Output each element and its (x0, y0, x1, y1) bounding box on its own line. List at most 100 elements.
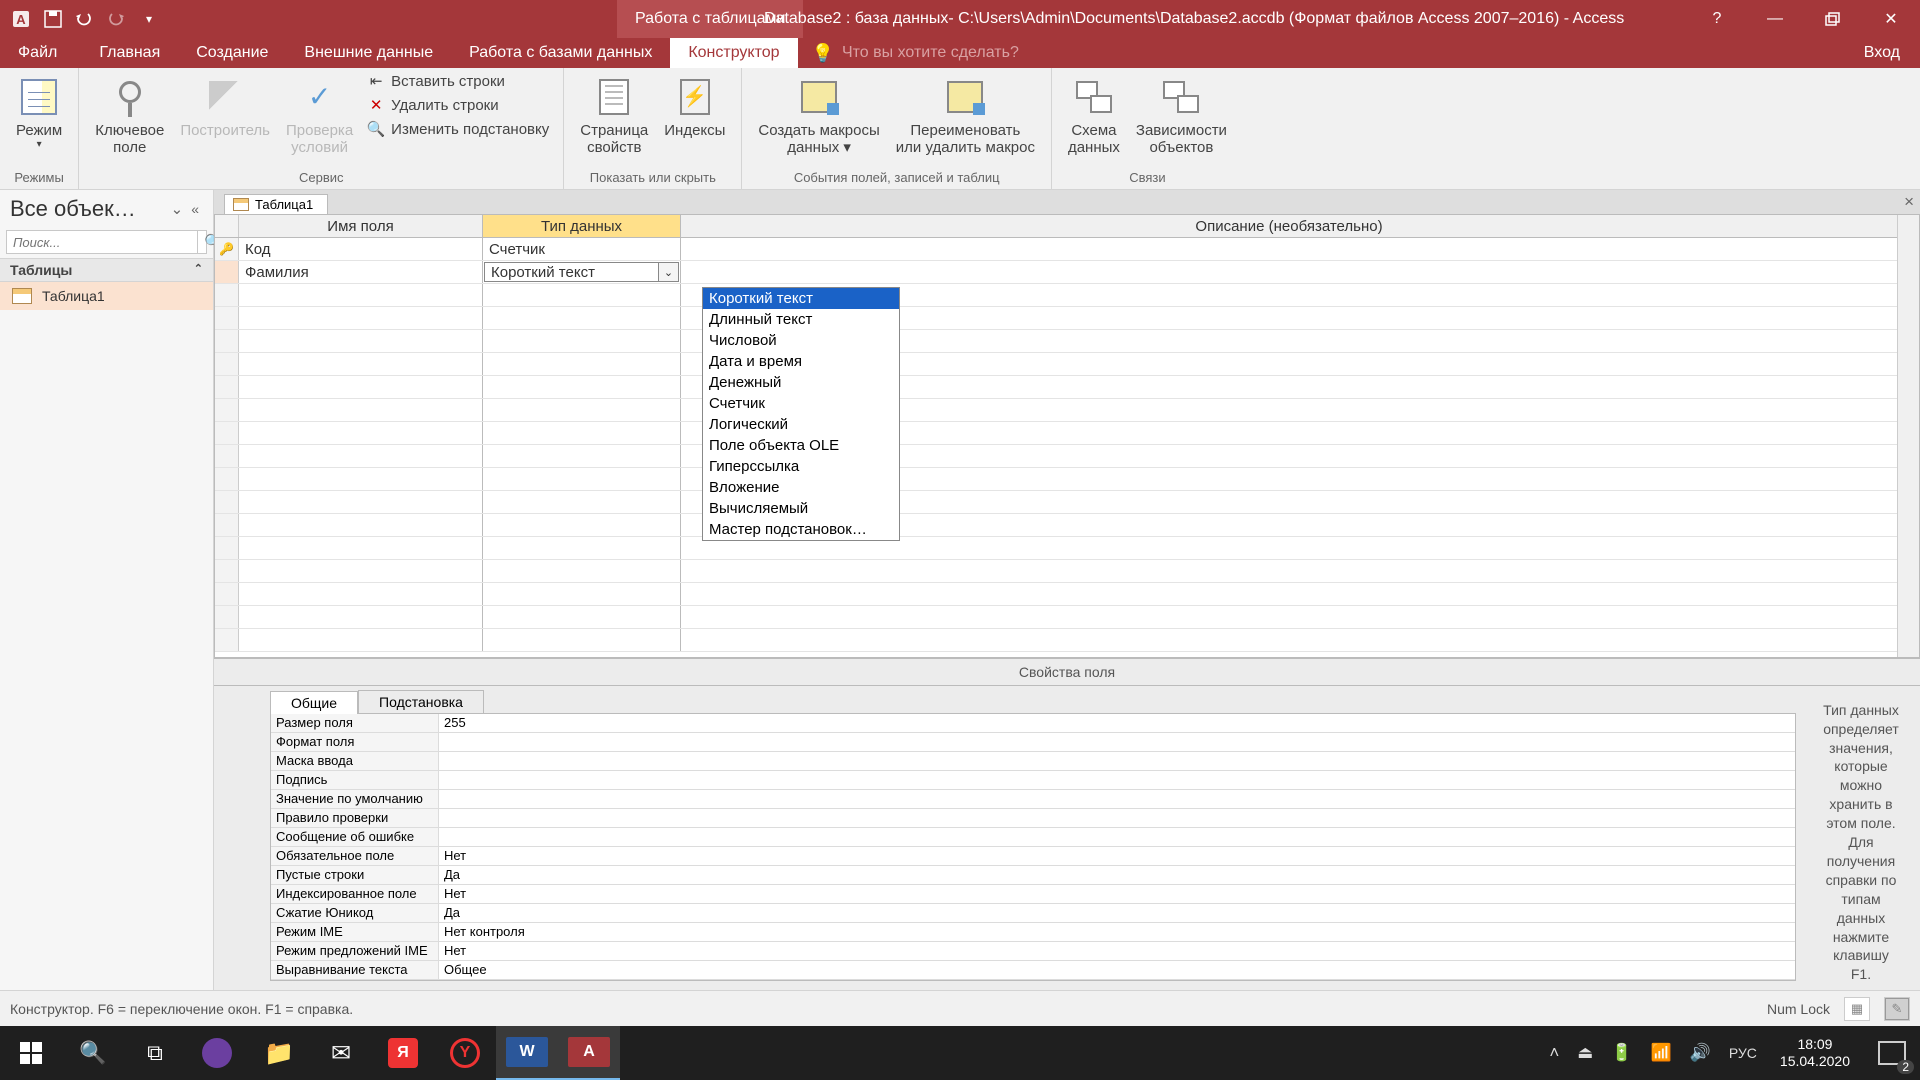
property-row[interactable]: Подпись (271, 771, 1795, 790)
datatype-combo[interactable]: Короткий текст⌄ (484, 262, 679, 282)
save-icon[interactable] (38, 4, 68, 34)
create-macros-button[interactable]: Создать макросы данных ▾ (750, 72, 887, 159)
delete-rows-button[interactable]: ✕Удалить строки (367, 96, 549, 114)
sign-in-link[interactable]: Вход (1844, 38, 1920, 68)
datatype-option[interactable]: Гиперссылка (703, 456, 899, 477)
grid-row[interactable] (215, 583, 1897, 606)
minimize-icon[interactable]: — (1746, 0, 1804, 38)
taskbar-app-yandex[interactable]: Я (372, 1026, 434, 1080)
dependencies-button[interactable]: Зависимости объектов (1128, 72, 1235, 159)
prop-tab-general[interactable]: Общие (270, 691, 358, 714)
property-row[interactable]: Размер поля255 (271, 714, 1795, 733)
grid-row[interactable] (215, 606, 1897, 629)
tab-design[interactable]: Конструктор (670, 38, 797, 68)
property-row[interactable]: Режим предложений IMEНет (271, 942, 1795, 961)
grid-row[interactable] (215, 560, 1897, 583)
undo-icon[interactable] (70, 4, 100, 34)
tray-notifications[interactable]: 2 (1864, 1026, 1920, 1080)
tab-file[interactable]: Файл (0, 38, 81, 68)
datatype-option[interactable]: Денежный (703, 372, 899, 393)
datatype-option[interactable]: Дата и время (703, 351, 899, 372)
tray-overflow-icon[interactable]: ˄ (1540, 1043, 1568, 1063)
navpane-title[interactable]: Все объек… (10, 196, 167, 222)
task-view-button[interactable]: ⧉ (124, 1026, 186, 1080)
rename-macro-button[interactable]: Переименовать или удалить макрос (888, 72, 1043, 159)
tab-home[interactable]: Главная (81, 38, 178, 68)
datatype-option[interactable]: Короткий текст (703, 288, 899, 309)
datatype-option[interactable]: Поле объекта OLE (703, 435, 899, 456)
start-button[interactable] (0, 1026, 62, 1080)
property-row[interactable]: Обязательное полеНет (271, 847, 1795, 866)
taskbar-app-explorer[interactable]: 📁 (248, 1026, 310, 1080)
grid-row[interactable]: 🔑КодСчетчик (215, 238, 1897, 261)
tab-database-tools[interactable]: Работа с базами данных (451, 38, 670, 68)
tab-external-data[interactable]: Внешние данные (286, 38, 451, 68)
taskbar-app-yandex-browser[interactable]: Y (434, 1026, 496, 1080)
vertical-scrollbar[interactable] (1897, 215, 1919, 657)
property-row[interactable]: Сообщение об ошибке (271, 828, 1795, 847)
taskbar-app-yandex-disk[interactable] (186, 1026, 248, 1080)
datatype-option[interactable]: Вычисляемый (703, 498, 899, 519)
restore-icon[interactable] (1804, 0, 1862, 38)
tell-me-search[interactable]: 💡Что вы хотите сделать? (798, 38, 1033, 68)
property-row[interactable]: Сжатие ЮникодДа (271, 904, 1795, 923)
nav-item-table1[interactable]: Таблица1 (0, 282, 213, 310)
close-tab-icon[interactable]: × (1904, 192, 1914, 212)
grid-row[interactable] (215, 399, 1897, 422)
datatype-option[interactable]: Вложение (703, 477, 899, 498)
grid-row[interactable]: ФамилияКороткий текст⌄ (215, 261, 1897, 284)
modify-lookup-button[interactable]: 🔍Изменить подстановку (367, 120, 549, 138)
property-row[interactable]: Индексированное полеНет (271, 885, 1795, 904)
search-button[interactable]: 🔍 (62, 1026, 124, 1080)
redo-icon[interactable] (102, 4, 132, 34)
datatype-option[interactable]: Мастер подстановок… (703, 519, 899, 540)
datatype-option[interactable]: Счетчик (703, 393, 899, 414)
grid-row[interactable] (215, 514, 1897, 537)
close-icon[interactable]: ✕ (1862, 0, 1920, 38)
nav-group-tables[interactable]: Таблицы⌃ (0, 258, 213, 282)
datatype-option[interactable]: Длинный текст (703, 309, 899, 330)
tray-battery-icon[interactable]: 🔋 (1602, 1043, 1641, 1063)
access-app-icon[interactable]: A (6, 4, 36, 34)
tray-volume-icon[interactable]: 🔊 (1681, 1043, 1720, 1063)
tray-wifi-icon[interactable]: 📶 (1642, 1043, 1681, 1063)
property-row[interactable]: Пустые строкиДа (271, 866, 1795, 885)
tray-clock[interactable]: 18:0915.04.2020 (1766, 1036, 1864, 1070)
datatype-option[interactable]: Числовой (703, 330, 899, 351)
indexes-button[interactable]: Индексы (656, 72, 733, 141)
relationships-button[interactable]: Схема данных (1060, 72, 1128, 159)
insert-rows-button[interactable]: ⇤Вставить строки (367, 72, 549, 90)
prop-tab-lookup[interactable]: Подстановка (358, 690, 484, 713)
property-row[interactable]: Правило проверки (271, 809, 1795, 828)
customize-qa-icon[interactable]: ▾ (134, 4, 164, 34)
chevron-down-icon[interactable]: ⌄ (658, 263, 678, 281)
property-row[interactable]: Значение по умолчанию (271, 790, 1795, 809)
property-row[interactable]: Режим IMEНет контроля (271, 923, 1795, 942)
grid-row[interactable] (215, 468, 1897, 491)
taskbar-app-mail[interactable]: ✉ (310, 1026, 372, 1080)
design-view-button[interactable]: ✎ (1884, 997, 1910, 1021)
grid-row[interactable] (215, 537, 1897, 560)
document-tab-table1[interactable]: Таблица1 (224, 194, 328, 214)
tab-create[interactable]: Создание (178, 38, 286, 68)
grid-row[interactable] (215, 491, 1897, 514)
grid-row[interactable] (215, 307, 1897, 330)
grid-row[interactable] (215, 376, 1897, 399)
grid-row[interactable] (215, 629, 1897, 652)
help-icon[interactable]: ? (1688, 0, 1746, 38)
navpane-search[interactable]: 🔍 (6, 230, 207, 254)
grid-row[interactable] (215, 422, 1897, 445)
tray-usb-icon[interactable]: ⏏ (1568, 1043, 1602, 1063)
taskbar-app-word[interactable]: W (496, 1026, 558, 1080)
property-row[interactable]: Выравнивание текстаОбщее (271, 961, 1795, 980)
tray-language[interactable]: РУС (1720, 1045, 1766, 1061)
grid-row[interactable] (215, 445, 1897, 468)
taskbar-app-access[interactable]: A (558, 1026, 620, 1080)
datatype-option[interactable]: Логический (703, 414, 899, 435)
primary-key-button[interactable]: Ключевое поле (87, 72, 172, 159)
property-sheet-button[interactable]: Страница свойств (572, 72, 656, 159)
view-button[interactable]: Режим▾ (8, 72, 70, 153)
navpane-dropdown-icon[interactable]: ⌄ (167, 200, 188, 218)
grid-row[interactable] (215, 284, 1897, 307)
property-row[interactable]: Маска ввода (271, 752, 1795, 771)
